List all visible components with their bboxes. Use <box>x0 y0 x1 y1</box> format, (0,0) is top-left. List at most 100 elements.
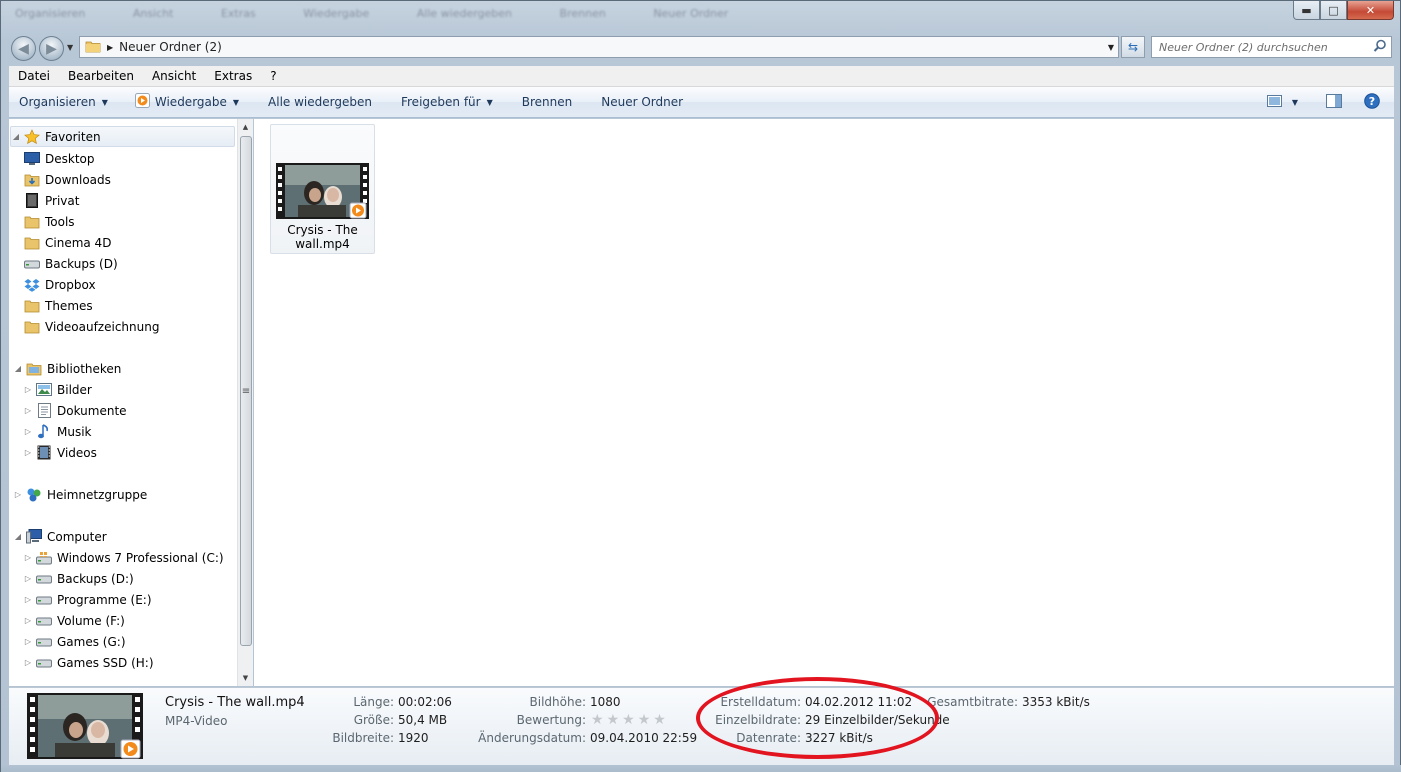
preview-pane-button[interactable] <box>1326 93 1342 111</box>
expand-arrow-icon[interactable]: ▷ <box>23 427 33 436</box>
nav-item-dropbox[interactable]: Dropbox <box>23 274 96 295</box>
expand-arrow-icon[interactable]: ▷ <box>23 553 33 562</box>
nav-item-musik[interactable]: ▷ Musik <box>23 421 92 442</box>
expand-arrow-icon[interactable]: ▷ <box>13 490 23 499</box>
nav-item-videos[interactable]: ▷ Videos <box>23 442 97 463</box>
video-thumbnail-icon <box>276 163 369 219</box>
nav-item-label: Bilder <box>57 382 92 397</box>
nav-libraries[interactable]: ◢ Bibliotheken <box>13 358 121 379</box>
close-button[interactable]: ✕ <box>1347 1 1394 20</box>
expand-arrow-icon[interactable]: ▷ <box>23 574 33 583</box>
expand-arrow-icon[interactable]: ▷ <box>23 406 33 415</box>
scrollbar-thumb[interactable]: ≡ <box>240 136 252 646</box>
expand-arrow-icon[interactable]: ▷ <box>23 658 33 667</box>
caption-buttons: ▬ □ ✕ <box>1293 1 1394 21</box>
details-file-type: MP4-Video <box>165 714 228 728</box>
search-input[interactable] <box>1152 40 1362 54</box>
datarate-label: Datenrate: <box>736 731 801 745</box>
nav-computer-label: Computer <box>47 529 107 544</box>
star-icon[interactable]: ★ <box>638 713 651 727</box>
search-box[interactable] <box>1151 36 1392 58</box>
organize-label: Organisieren <box>19 95 96 109</box>
file-list-area[interactable]: Crysis - The wall.mp4 <box>254 119 1394 686</box>
expand-arrow-icon[interactable]: ▷ <box>23 385 33 394</box>
address-bar[interactable]: ▶ Neuer Ordner (2) ▼ <box>79 36 1119 58</box>
address-history-dropdown[interactable]: ▼ <box>1108 43 1114 52</box>
nav-item-drive-g[interactable]: ▷ Games (G:) <box>23 631 126 652</box>
play-button[interactable]: Wiedergabe ▼ <box>117 87 248 117</box>
play-all-button[interactable]: Alle wiedergeben <box>248 87 381 117</box>
nav-item-drive-d[interactable]: ▷ Backups (D:) <box>23 568 134 589</box>
nav-favorites[interactable]: ◢ Favoriten <box>10 126 235 147</box>
nav-item-label: Videoaufzeichnung <box>45 319 160 334</box>
refresh-button[interactable]: ⇆ <box>1121 36 1145 58</box>
nav-item-videoaufzeichnung[interactable]: Videoaufzeichnung <box>23 316 159 337</box>
star-icon[interactable]: ★ <box>622 713 635 727</box>
created-label: Erstelldatum: <box>720 695 801 709</box>
nav-item-downloads[interactable]: Downloads <box>23 169 111 190</box>
nav-item-label: Videos <box>57 445 97 460</box>
downloads-folder-icon <box>23 172 41 188</box>
change-view-button[interactable]: ▼ <box>1266 94 1298 110</box>
nav-item-cinema4d[interactable]: Cinema 4D <box>23 232 111 253</box>
star-icon[interactable]: ★ <box>607 713 620 727</box>
ghost-menu-item: Brennen <box>559 7 606 20</box>
nav-item-tools[interactable]: Tools <box>23 211 75 232</box>
minimize-button[interactable]: ▬ <box>1293 1 1320 20</box>
expand-arrow-icon[interactable]: ▷ <box>23 637 33 646</box>
star-icon[interactable]: ★ <box>653 713 666 727</box>
breadcrumb-current-folder[interactable]: Neuer Ordner (2) <box>119 40 222 54</box>
nav-libraries-label: Bibliotheken <box>47 361 122 376</box>
nav-item-dokumente[interactable]: ▷ Dokumente <box>23 400 127 421</box>
nav-item-bilder[interactable]: ▷ Bilder <box>23 379 92 400</box>
drive-icon <box>35 571 53 587</box>
nav-homegroup[interactable]: ▷ Heimnetzgruppe <box>13 484 147 505</box>
nav-item-drive-h[interactable]: ▷ Games SSD (H:) <box>23 652 154 673</box>
menu-file[interactable]: Datei <box>9 69 59 83</box>
frame-height-value: 1080 <box>590 695 621 709</box>
folder-icon <box>23 298 41 314</box>
nav-item-desktop[interactable]: Desktop <box>23 148 95 169</box>
forward-button[interactable]: ▶ <box>39 36 64 61</box>
expand-arrow-icon[interactable]: ▷ <box>23 595 33 604</box>
collapse-arrow-icon[interactable]: ◢ <box>11 132 21 141</box>
scroll-up-icon[interactable]: ▲ <box>238 119 253 135</box>
menu-view[interactable]: Ansicht <box>143 69 205 83</box>
expand-arrow-icon[interactable]: ▷ <box>23 448 33 457</box>
expand-arrow-icon[interactable]: ▷ <box>23 616 33 625</box>
menu-help[interactable]: ? <box>261 69 285 83</box>
star-icon[interactable]: ★ <box>591 713 604 727</box>
new-folder-button[interactable]: Neuer Ordner <box>581 87 692 117</box>
scroll-down-icon[interactable]: ▼ <box>238 670 253 686</box>
nav-item-backups-d[interactable]: Backups (D) <box>23 253 118 274</box>
nav-item-themes[interactable]: Themes <box>23 295 93 316</box>
menu-bar: Datei Bearbeiten Ansicht Extras ? <box>9 66 1394 87</box>
file-item[interactable]: Crysis - The wall.mp4 <box>270 124 375 254</box>
nav-item-drive-f[interactable]: ▷ Volume (F:) <box>23 610 125 631</box>
burn-button[interactable]: Brennen <box>502 87 581 117</box>
framerate-label: Einzelbildrate: <box>715 713 801 727</box>
menu-edit[interactable]: Bearbeiten <box>59 69 143 83</box>
rating-stars[interactable]: ★ ★ ★ ★ ★ <box>591 713 666 727</box>
share-button[interactable]: Freigeben für ▼ <box>381 87 502 117</box>
menu-tools[interactable]: Extras <box>205 69 261 83</box>
organize-button[interactable]: Organisieren ▼ <box>9 87 117 117</box>
navigation-row: ◀ ▶ ▼ ▶ Neuer Ordner (2) ▼ ⇆ <box>1 31 1400 63</box>
ghost-menu-item: Neuer Ordner <box>653 7 729 20</box>
breadcrumb-separator-icon[interactable]: ▶ <box>107 43 113 52</box>
nav-item-privat[interactable]: Privat <box>23 190 79 211</box>
maximize-button[interactable]: □ <box>1320 1 1347 20</box>
back-button[interactable]: ◀ <box>11 36 36 61</box>
navigation-scrollbar[interactable]: ▲ ≡ ▼ <box>237 119 253 686</box>
background-window-menu: Organisieren Ansicht Extras Wiedergabe A… <box>1 1 1291 31</box>
nav-item-drive-c[interactable]: ▷ Windows 7 Professional (C:) <box>23 547 224 568</box>
nav-item-label: Desktop <box>45 151 95 166</box>
created-value: 04.02.2012 11:02 <box>805 695 913 709</box>
recent-pages-dropdown[interactable]: ▼ <box>67 43 73 52</box>
help-button[interactable]: ? <box>1364 92 1380 112</box>
nav-item-drive-e[interactable]: ▷ Programme (E:) <box>23 589 152 610</box>
search-icon[interactable] <box>1373 39 1387 56</box>
collapse-arrow-icon[interactable]: ◢ <box>13 532 23 541</box>
nav-computer[interactable]: ◢ Computer <box>13 526 107 547</box>
collapse-arrow-icon[interactable]: ◢ <box>13 364 23 373</box>
